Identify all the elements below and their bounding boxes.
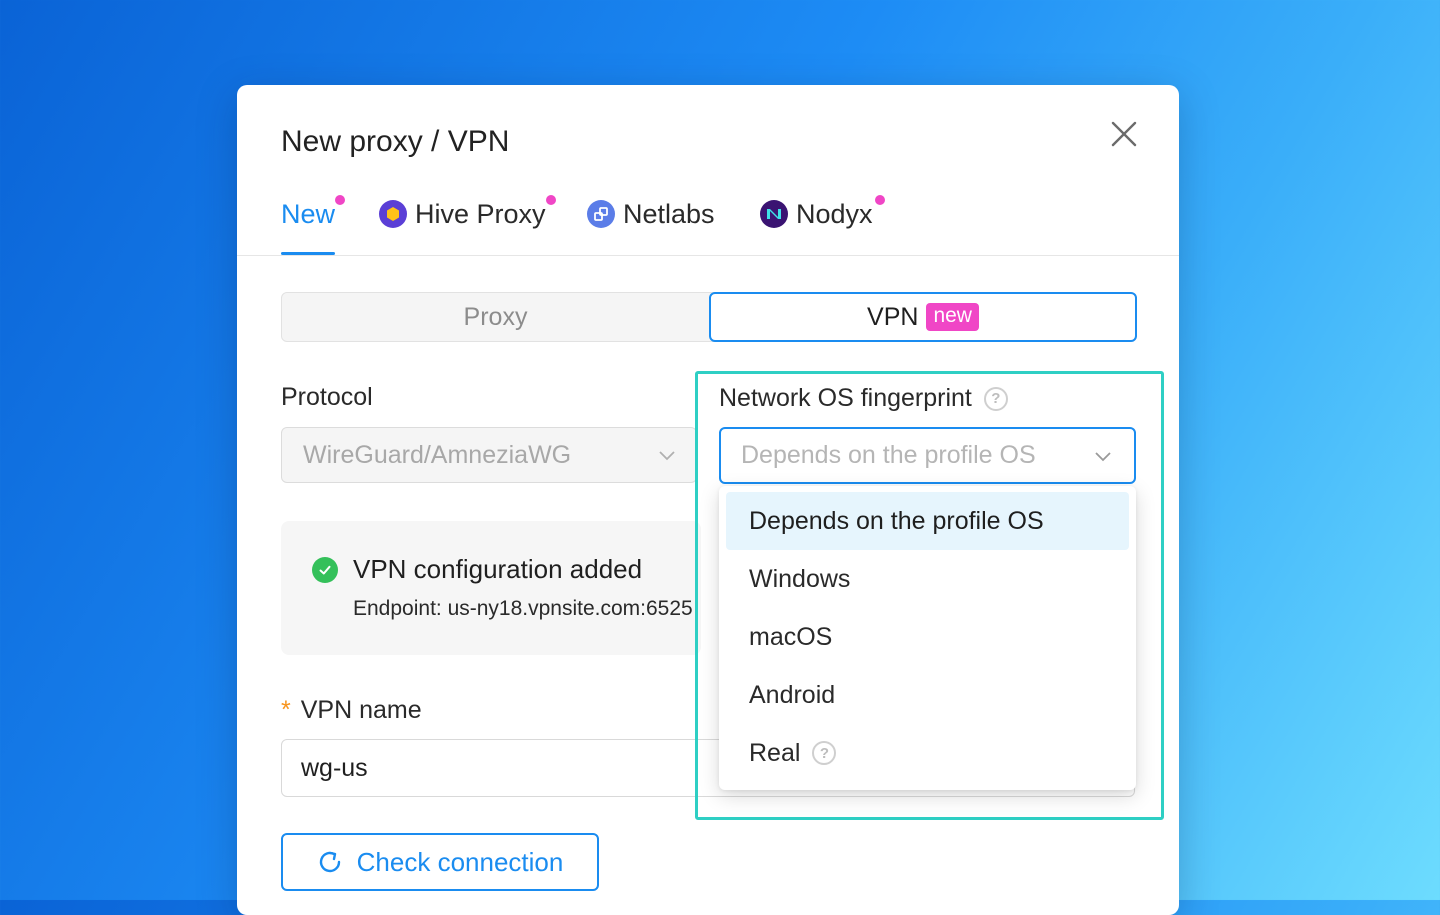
provider-tabs: New Hive Proxy Netlabs Nodyx	[237, 185, 1179, 256]
vpn-name-value: wg-us	[301, 753, 368, 782]
required-mark: *	[281, 696, 291, 724]
chevron-down-icon	[1095, 452, 1111, 462]
protocol-value: WireGuard/AmneziaWG	[303, 440, 572, 469]
fingerprint-placeholder: Depends on the profile OS	[741, 441, 1036, 469]
fingerprint-label: Network OS fingerprint ?	[719, 384, 1008, 413]
option-android[interactable]: Android	[726, 666, 1129, 724]
fingerprint-dropdown: Depends on the profile OS Windows macOS …	[719, 486, 1136, 790]
new-indicator-dot	[335, 195, 346, 205]
check-connection-label: Check connection	[356, 846, 564, 877]
option-real-label: Real	[749, 738, 801, 767]
check-connection-button[interactable]: Check connection	[281, 833, 599, 891]
hexagon-logo-icon	[379, 200, 407, 228]
endpoint-text: Endpoint: us-ny18.vpnsite.com:6525	[353, 597, 693, 620]
option-macos[interactable]: macOS	[726, 608, 1129, 666]
vpn-option-label: VPN	[867, 302, 919, 331]
option-windows[interactable]: Windows	[726, 550, 1129, 608]
vpn-option[interactable]: VPN new	[709, 292, 1137, 342]
refresh-icon	[319, 851, 340, 873]
fingerprint-select[interactable]: Depends on the profile OS	[719, 427, 1136, 484]
fingerprint-label-text: Network OS fingerprint	[719, 384, 972, 412]
new-indicator-dot	[545, 195, 556, 205]
status-card: VPN configuration added Endpoint: us-ny1…	[281, 521, 701, 655]
close-button[interactable]	[1107, 117, 1141, 151]
new-badge: new	[926, 303, 979, 331]
option-depends-on-profile-os[interactable]: Depends on the profile OS	[726, 492, 1129, 550]
option-real[interactable]: Real ?	[726, 724, 1129, 782]
protocol-select: WireGuard/AmneziaWG	[281, 427, 697, 483]
new-indicator-dot	[874, 195, 885, 205]
vpn-name-label-text: VPN name	[300, 696, 422, 724]
tab-label: Hive Proxy	[415, 199, 546, 229]
check-circle-icon	[312, 557, 338, 583]
tab-label: Nodyx	[796, 199, 873, 229]
status-title: VPN configuration added	[353, 554, 643, 584]
tab-label: Netlabs	[623, 199, 715, 229]
netlabs-logo-icon	[587, 200, 615, 228]
proxy-option[interactable]: Proxy	[282, 293, 709, 341]
tab-netlabs[interactable]: Netlabs	[587, 199, 715, 255]
help-icon[interactable]: ?	[983, 386, 1008, 411]
vpn-name-label: * VPN name	[281, 696, 422, 725]
tab-hive-proxy[interactable]: Hive Proxy	[379, 195, 556, 255]
close-icon	[1111, 121, 1137, 147]
protocol-label: Protocol	[281, 383, 373, 411]
modal-title: New proxy / VPN	[281, 125, 510, 158]
chevron-down-icon	[659, 451, 675, 461]
connection-type-switch: Proxy VPN new	[281, 292, 1137, 342]
tab-nodyx[interactable]: Nodyx	[760, 195, 885, 255]
tab-new[interactable]: New	[281, 195, 346, 255]
nodyx-logo-icon	[760, 200, 788, 228]
tab-label: New	[281, 199, 336, 229]
help-icon[interactable]: ?	[812, 741, 837, 765]
